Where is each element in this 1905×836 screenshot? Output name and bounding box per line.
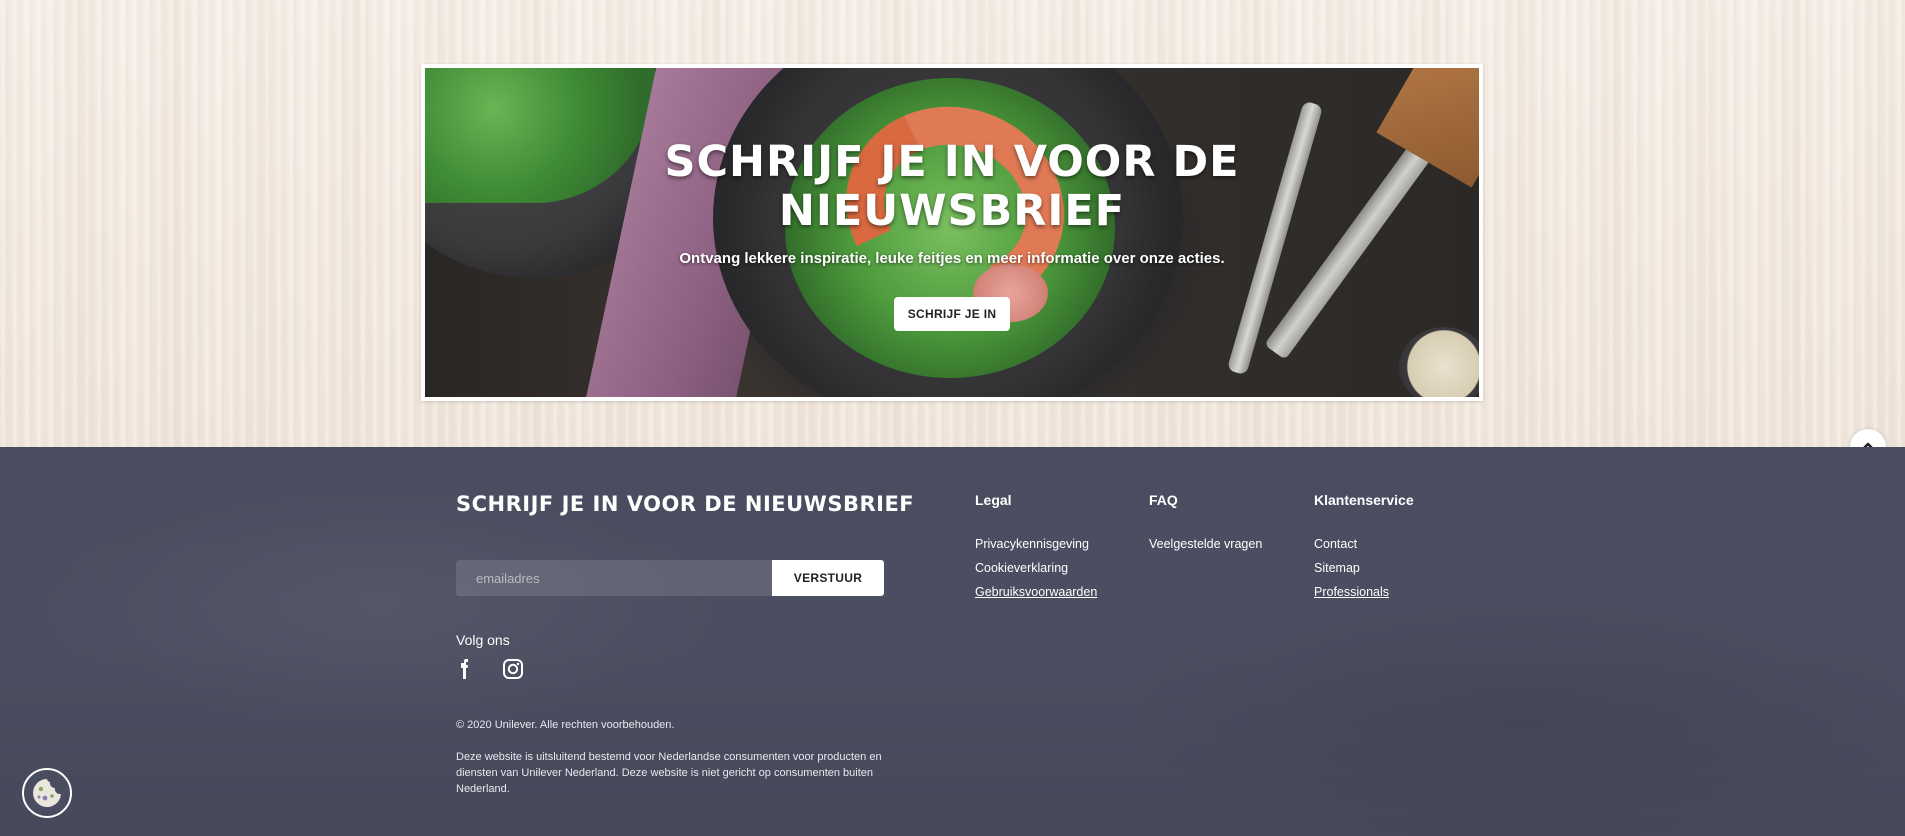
faq-link[interactable]: Veelgestelde vragen bbox=[1149, 537, 1262, 551]
terms-of-use-link[interactable]: Gebruiksvoorwaarden bbox=[975, 585, 1097, 599]
newsletter-form: VERSTUUR bbox=[456, 560, 884, 596]
follow-us-label: Volg ons bbox=[456, 632, 510, 648]
copyright-text: © 2020 Unilever. Alle rechten voorbehoud… bbox=[456, 719, 675, 731]
disclaimer-text: Deze website is uitsluitend bestemd voor… bbox=[456, 751, 882, 795]
cookie-statement-link[interactable]: Cookieverklaring bbox=[975, 561, 1068, 575]
newsletter-banner: SCHRIJF JE IN VOOR DE NIEUWSBRIEF Ontvan… bbox=[421, 64, 1483, 401]
contact-link[interactable]: Contact bbox=[1314, 537, 1357, 551]
subscribe-button[interactable]: SCHRIJF JE IN bbox=[893, 297, 1011, 331]
social-links bbox=[456, 658, 524, 680]
banner-image: SCHRIJF JE IN VOOR DE NIEUWSBRIEF Ontvan… bbox=[425, 68, 1479, 397]
footer-column-klantenservice: Klantenservice Contact Sitemap Professio… bbox=[1314, 492, 1414, 604]
instagram-icon bbox=[503, 659, 523, 679]
professionals-link[interactable]: Professionals bbox=[1314, 585, 1389, 599]
faq-heading: FAQ bbox=[1149, 492, 1178, 508]
email-field[interactable] bbox=[456, 560, 772, 596]
klantenservice-heading: Klantenservice bbox=[1314, 492, 1414, 508]
facebook-icon bbox=[461, 659, 468, 679]
sitemap-link[interactable]: Sitemap bbox=[1314, 561, 1360, 575]
footer-column-faq: FAQ Veelgestelde vragen bbox=[1149, 492, 1262, 556]
footer-newsletter-title: SCHRIJF JE IN VOOR DE NIEUWSBRIEF bbox=[456, 492, 915, 516]
banner-content: SCHRIJF JE IN VOOR DE NIEUWSBRIEF Ontvan… bbox=[425, 68, 1479, 397]
legal-heading: Legal bbox=[975, 492, 1012, 508]
instagram-link[interactable] bbox=[502, 658, 524, 680]
banner-subtitle: Ontvang lekkere inspiratie, leuke feitje… bbox=[679, 250, 1225, 267]
banner-title: SCHRIJF JE IN VOOR DE NIEUWSBRIEF bbox=[664, 137, 1240, 236]
cookie-icon bbox=[33, 779, 61, 807]
facebook-link[interactable] bbox=[456, 658, 478, 680]
footer: SCHRIJF JE IN VOOR DE NIEUWSBRIEF VERSTU… bbox=[0, 447, 1905, 836]
submit-button[interactable]: VERSTUUR bbox=[772, 560, 884, 596]
privacy-link[interactable]: Privacykennisgeving bbox=[975, 537, 1089, 551]
cookie-settings-button[interactable] bbox=[22, 768, 72, 818]
footer-column-legal: Legal Privacykennisgeving Cookieverklari… bbox=[975, 492, 1097, 604]
